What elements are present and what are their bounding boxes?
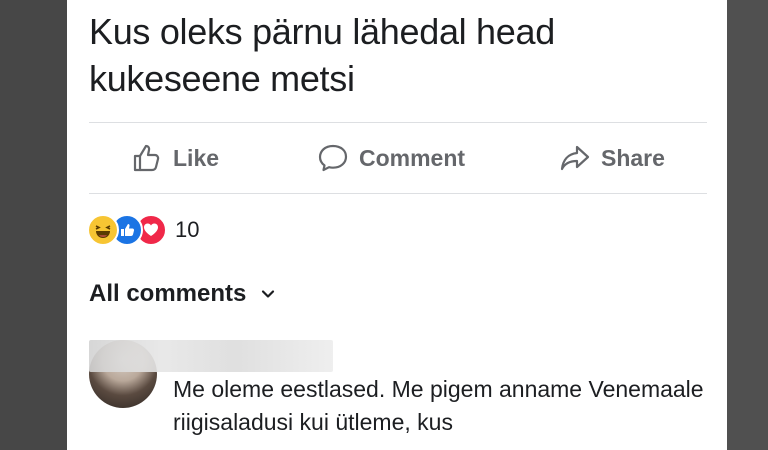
divider-top — [89, 122, 707, 123]
comments-filter-label: All comments — [89, 280, 247, 307]
background-left — [0, 0, 67, 450]
haha-icon — [87, 214, 119, 246]
comment-bubble-icon — [318, 144, 348, 172]
share-arrow-icon — [560, 145, 590, 171]
share-label: Share — [601, 144, 665, 171]
comment-text: Me oleme eestlased. Me pigem anname Vene… — [173, 376, 704, 435]
divider-bottom — [89, 193, 707, 194]
comments-filter-dropdown[interactable]: All comments — [89, 280, 276, 308]
background-right — [727, 0, 768, 450]
chevron-down-icon — [262, 290, 275, 298]
reaction-count: 10 — [175, 217, 200, 242]
like-button[interactable]: Like — [131, 124, 219, 192]
like-label: Like — [173, 144, 220, 171]
reaction-summary[interactable]: 10 — [87, 213, 199, 247]
comment-label: Comment — [359, 144, 466, 171]
post-action-bar: Like Comment Share — [89, 124, 707, 192]
commenter-name-redacted — [89, 340, 333, 372]
share-button[interactable]: Share — [559, 124, 665, 192]
thumbs-up-icon — [133, 144, 160, 172]
post-text: Kus oleks pärnu lähedal head kukeseene m… — [89, 11, 555, 99]
post-card: Kus oleks pärnu lähedal head kukeseene m… — [67, 0, 727, 450]
comment-button[interactable]: Comment — [317, 124, 465, 192]
